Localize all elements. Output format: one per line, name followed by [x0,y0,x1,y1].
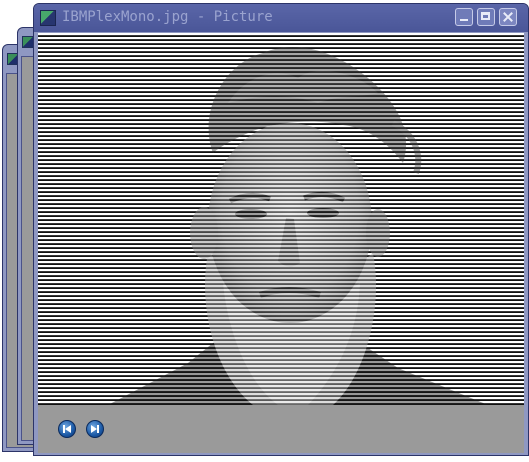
skip-forward-icon [91,425,99,433]
close-icon [500,9,516,25]
playback-controls [38,405,524,453]
next-button[interactable] [86,420,104,438]
portrait-image [38,33,524,405]
window-title: IBMPlexMono.jpg - Picture [62,9,273,25]
minimize-button[interactable] [455,8,473,26]
close-button[interactable] [499,8,517,26]
minimize-icon [460,19,468,21]
skip-back-icon [63,425,71,433]
picture-icon [40,10,56,26]
maximize-button[interactable] [477,8,495,26]
picture-viewer-window[interactable]: IBMPlexMono.jpg - Picture [33,3,529,456]
maximize-icon [481,12,490,20]
title-bar[interactable]: IBMPlexMono.jpg - Picture [34,4,528,32]
previous-button[interactable] [58,420,76,438]
image-display [38,33,524,405]
